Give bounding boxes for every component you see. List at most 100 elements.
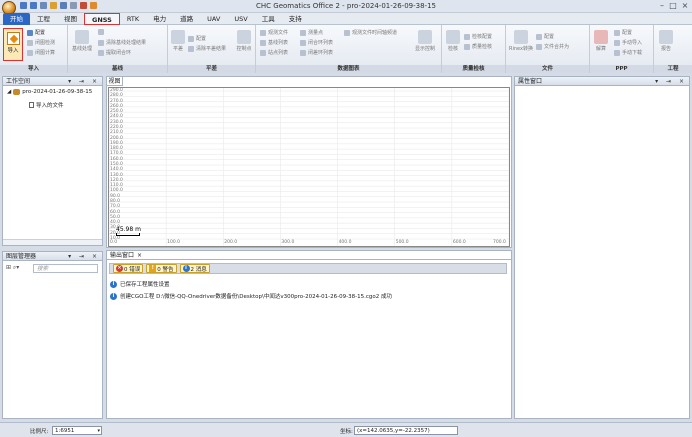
warning-icon: ! [149,265,157,272]
x-tick-label: 700.0 [493,240,506,245]
loop-calc-button[interactable]: 闭图计算 [27,49,55,56]
ppp-solve-button[interactable]: 解算 [593,30,609,52]
x-tick-label: 300.0 [281,240,295,245]
group-label: 平差 [168,65,255,73]
x-tick-label: 100.0 [167,240,181,245]
y-tick-label: 170.0 [110,151,123,157]
panel-buttons[interactable]: ▾ ⇥ × [68,77,100,86]
tab-gnss[interactable]: GNSS [84,13,120,25]
diff-loop-list-button[interactable]: 闭差环列表 [300,49,333,56]
tab-uav[interactable]: UAV [200,13,227,25]
tab-project[interactable]: 工程 [30,13,57,25]
tab-view-doc[interactable]: 视图 [107,77,123,86]
layer-tools[interactable]: ⊞ ⌕▾ [6,264,19,272]
obs-file-button[interactable]: 观测文件 [260,29,288,36]
x-tick-label: 0.0 [110,240,118,245]
config-button[interactable]: 配置 [27,29,45,36]
cog-button[interactable] [98,29,104,35]
layer-header: 图层管理器 ▾ ⇥ × [3,252,102,261]
tab-road[interactable]: 道路 [173,13,200,25]
y-tick-label: 280.0 [110,93,123,99]
rinex-convert-button[interactable]: Rinex转换 [509,30,533,52]
clear-baseline-button[interactable]: 清除基线处理结果 [98,39,146,46]
close-output-icon[interactable]: × [137,252,142,259]
extract-loop-button[interactable]: 提取闭合环 [98,49,131,56]
group-label: 基线 [68,65,167,73]
station-list-button[interactable]: 站点列表 [260,49,288,56]
group-adjust: 平差 配置 清除平差结果 控制点 平差 [168,25,256,73]
group-quality: 检核 检核配置 质量检核 质量检核 [442,25,506,73]
import-label: 导入 [7,48,19,54]
group-project: 报告 工程 [654,25,692,73]
manual-download-button[interactable]: 手动下载 [614,49,642,56]
file-config-button[interactable]: 配置 [536,33,554,40]
y-tick-label: 90.0 [110,193,121,199]
tree-imported-files[interactable]: 导入的文件 [29,101,64,109]
adjust-config-button[interactable]: 配置 [188,35,206,42]
messages-filter[interactable]: i2 消息 [179,264,210,273]
output-line: i 已保存工程属性设置 [110,280,170,288]
title-bar: CHC Geomatics Office 2 - pro-2024-01-26-… [0,0,692,15]
y-tick-label: 160.0 [110,156,123,162]
x-tick-label: 600.0 [452,240,466,245]
workspace-header: 工作空间 ▾ ⇥ × [3,77,102,86]
workspace-panel: 工作空间 ▾ ⇥ × ◢ pro-2024-01-26-09-38-15 导入的文件 [2,76,103,246]
tab-start[interactable]: 开始 [3,13,30,25]
loop-list-button[interactable]: 闭合环列表 [300,39,333,46]
minimize-button[interactable]: – [657,1,667,11]
layer-search-input[interactable]: 搜索 [33,264,98,273]
group-label: 数据图表 [256,65,441,73]
tab-view[interactable]: 视图 [57,13,84,25]
x-tick-label: 400.0 [338,240,352,245]
file-merge-button[interactable]: 文件合并为 [536,43,569,50]
survey-point-button[interactable]: 测量点 [300,29,323,36]
quality-check-button[interactable]: 质量检核 [464,43,492,50]
control-point-button[interactable]: 控制点 [234,30,254,52]
scale-select[interactable]: 1:6951 ▾ [52,426,102,435]
project-icon [13,89,21,95]
loop-check-button[interactable]: 闭图检测 [27,39,55,46]
maximize-button[interactable]: □ [668,1,678,11]
close-button[interactable]: × [680,1,690,11]
info-icon: i [182,265,190,272]
y-tick-label: 240.0 [110,114,123,120]
ppp-config-button[interactable]: 配置 [614,29,632,36]
errors-filter[interactable]: × 0 错误 [113,264,144,273]
manual-import-button[interactable]: 手动导入 [614,39,642,46]
check-config-button[interactable]: 检核配置 [464,33,492,40]
adjust-button[interactable]: 平差 [170,30,186,52]
map-view[interactable]: 290.0 280.0 270.0 260.0 250.0 240.0 230.0 220.0… [108,87,510,247]
scale-bar-label: 45.98 m [116,226,141,233]
group-label: 质量检核 [442,65,505,73]
baseline-list-button[interactable]: 基线列表 [260,39,288,46]
ribbon-tabs: 开始 工程 视图 GNSS RTK 电力 道路 UAV USV 工具 支持 [0,13,692,25]
group-baseline: 基线处理 清除基线处理结果 提取闭合环 基线 [68,25,168,73]
import-icon [6,32,20,45]
tab-output[interactable]: 输出窗口 [110,252,134,259]
import-button[interactable]: 导入 [3,28,23,61]
report-button[interactable]: 报告 [658,30,674,52]
show-control-button[interactable]: 显示控制 [410,30,440,52]
panel-buttons[interactable]: ▾ ⇥ × [68,252,100,261]
baseline-process-button[interactable]: 基线处理 [71,30,93,52]
warnings-filter[interactable]: ! 0 警告 [146,264,177,273]
tab-support[interactable]: 支持 [282,13,309,25]
horizontal-scrollbar[interactable] [3,239,102,245]
clear-adjust-button[interactable]: 清除平差结果 [188,45,226,52]
y-tick-label: 230.0 [110,119,123,125]
info-icon: i [110,280,117,288]
group-label: 文件 [506,65,589,73]
check-button[interactable]: 检核 [445,30,461,52]
timeline-button[interactable]: 观测文件时间轴频道 [344,29,397,36]
y-tick-label: 210.0 [110,130,123,136]
properties-panel: 属性窗口 ▾ ⇥ × [514,76,690,419]
tab-rtk[interactable]: RTK [120,13,146,25]
scale-label: 比例尺: [30,429,49,435]
tab-tools[interactable]: 工具 [255,13,282,25]
tree-project[interactable]: ◢ pro-2024-01-26-09-38-15 [7,89,92,95]
coord-label: 坐标: [340,429,353,435]
panel-buttons[interactable]: ▾ ⇥ × [655,77,687,86]
tab-power[interactable]: 电力 [146,13,173,25]
group-label: PPP [590,65,653,73]
tab-usv[interactable]: USV [227,13,254,25]
